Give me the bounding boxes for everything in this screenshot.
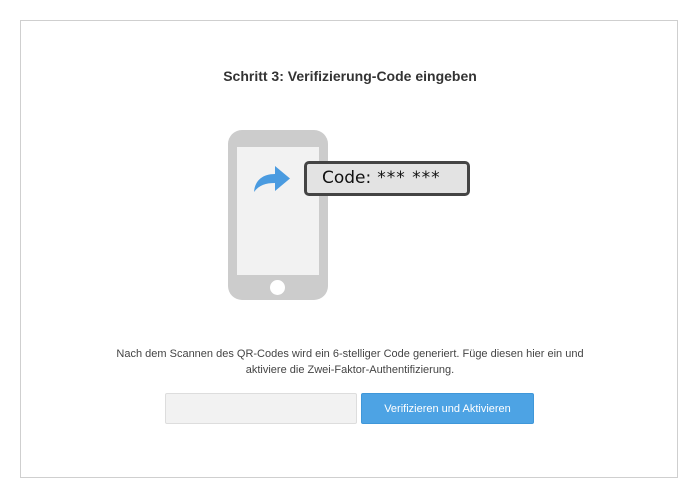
phone-icon: [228, 130, 328, 300]
instruction-text: Nach dem Scannen des QR-Codes wird ein 6…: [60, 346, 640, 378]
page-title: Schritt 3: Verifizierung-Code eingeben: [223, 68, 477, 84]
verify-and-activate-button[interactable]: Verifizieren und Aktivieren: [361, 393, 534, 424]
code-mask: *** ***: [377, 168, 441, 188]
verification-illustration: Code: *** ***: [226, 128, 476, 303]
verification-code-input[interactable]: [165, 393, 357, 424]
instruction-line-1: Nach dem Scannen des QR-Codes wird ein 6…: [116, 348, 584, 360]
code-label: Code:: [322, 168, 372, 188]
instruction-line-2: aktiviere die Zwei-Faktor-Authentifizier…: [245, 364, 455, 376]
share-arrow-icon: [254, 166, 290, 192]
phone-home-button: [270, 280, 285, 295]
code-badge: Code: *** ***: [304, 161, 470, 196]
